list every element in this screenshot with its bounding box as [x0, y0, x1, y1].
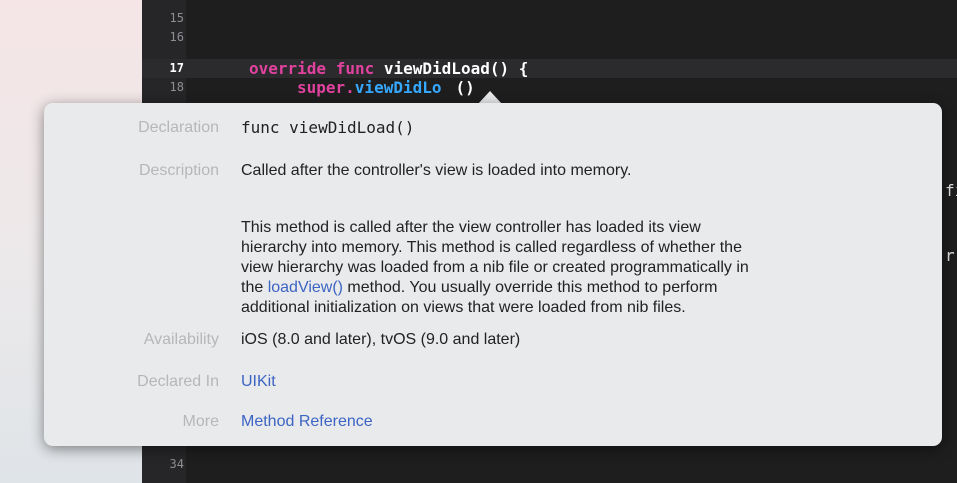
code-fragment: fi [945, 181, 957, 200]
function-name-token: viewDidLoad [383, 59, 490, 78]
description-text: the [241, 279, 268, 296]
code-super-call[interactable]: super.viewDidLo () [297, 78, 475, 97]
availability-label: Availability [143, 331, 219, 348]
description-line: additional initialization on views that … [241, 299, 686, 316]
description-text: method. You usually override this method… [342, 279, 718, 296]
description-label: Description [138, 162, 219, 179]
line-number: 15 [169, 11, 184, 25]
description-line: This method is called after the view con… [241, 219, 701, 236]
quick-help-popover[interactable]: Declaration func viewDidLoad() Descripti… [44, 103, 942, 446]
description-details: This method is called after the view con… [241, 218, 921, 318]
code-override-func[interactable]: override func viewDidLoad() { [249, 59, 528, 78]
description-line: hierarchy into memory. This method is ca… [241, 239, 742, 256]
availability-value: iOS (8.0 and later), tvOS (9.0 and later… [241, 331, 521, 348]
code-fragment: r [945, 246, 955, 265]
declaration-label: Declaration [138, 119, 219, 136]
method-reference-link[interactable]: Method Reference [241, 412, 373, 432]
loadview-link[interactable]: loadView() [268, 279, 343, 296]
code-token: () { [489, 59, 529, 78]
line-number: 17 [169, 61, 184, 75]
description-line: the loadView() method. You usually overr… [241, 278, 921, 298]
code-line[interactable]: 34 [142, 455, 957, 474]
line-number: 16 [169, 30, 184, 44]
code-token: () [455, 78, 475, 97]
keyword-token: super. [297, 78, 355, 97]
code-line[interactable]: 16 [142, 28, 957, 47]
declared-in-label: Declared In [137, 373, 219, 390]
line-number: 34 [169, 457, 184, 471]
more-label: More [182, 413, 219, 430]
code-line[interactable]: 15 [142, 9, 957, 28]
description-summary: Called after the controller's view is lo… [241, 162, 632, 179]
method-call-token: viewDidLo [354, 78, 442, 97]
declaration-value: func viewDidLoad() [241, 118, 415, 137]
code-line[interactable]: 18 [142, 78, 957, 97]
line-number: 18 [169, 80, 184, 94]
description-line: view hierarchy was loaded from a nib fil… [241, 259, 749, 276]
keyword-token: override func [249, 59, 375, 78]
uikit-link[interactable]: UIKit [241, 372, 276, 392]
